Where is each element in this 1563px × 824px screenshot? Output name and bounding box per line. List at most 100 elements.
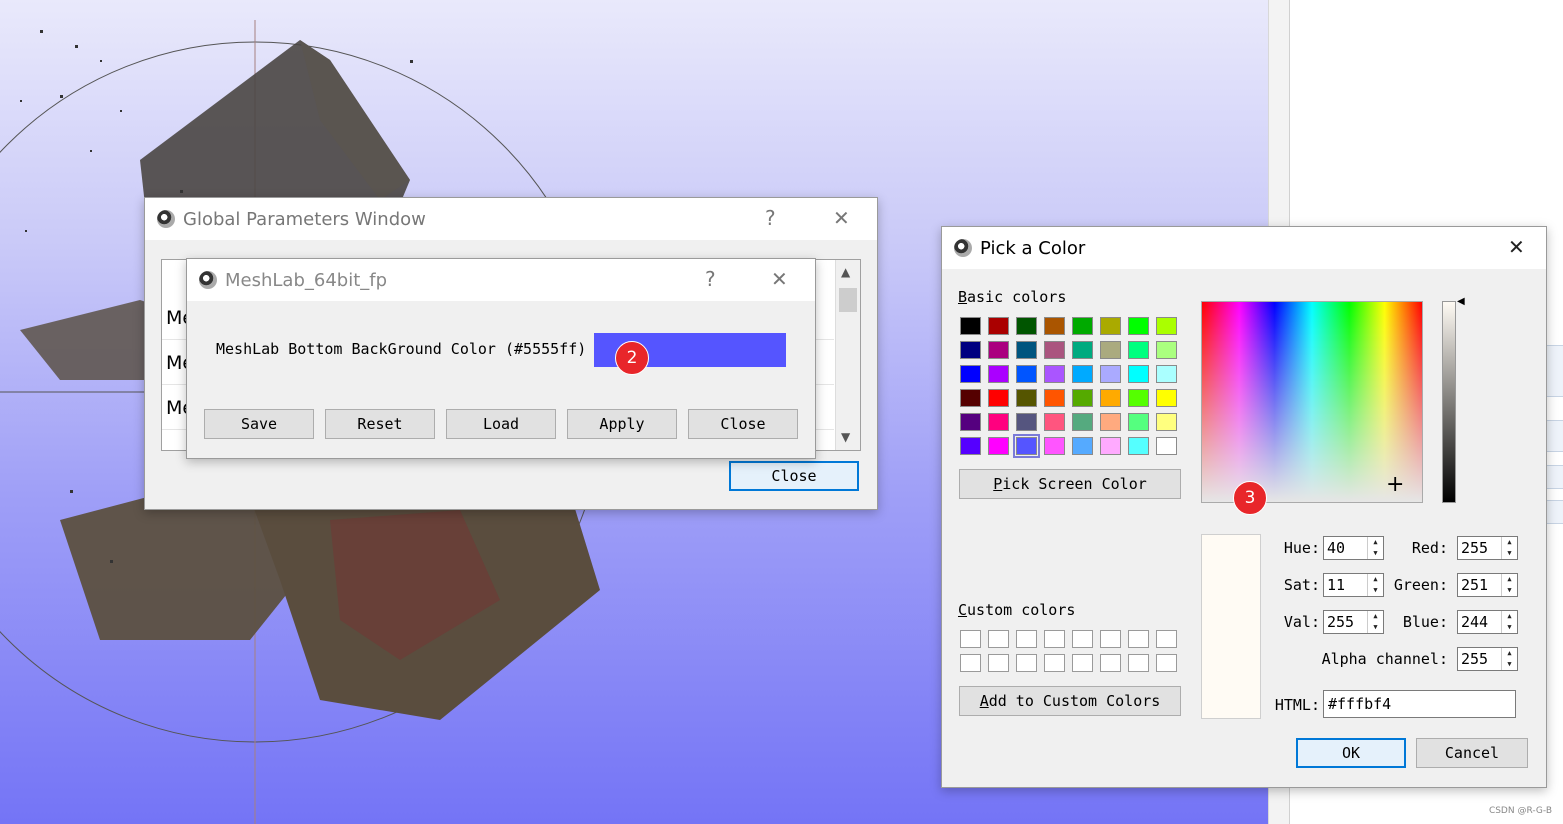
- title-bar[interactable]: Pick a Color ✕: [942, 227, 1546, 269]
- close-window-button[interactable]: ✕: [833, 206, 850, 230]
- custom-color-swatch[interactable]: [960, 630, 981, 648]
- custom-color-swatch[interactable]: [1100, 654, 1121, 672]
- basic-color-swatch[interactable]: [1128, 437, 1149, 455]
- basic-color-swatch[interactable]: [1016, 413, 1037, 431]
- custom-color-swatch[interactable]: [1128, 654, 1149, 672]
- basic-color-swatch[interactable]: [1016, 341, 1037, 359]
- custom-color-swatch[interactable]: [1128, 630, 1149, 648]
- basic-color-swatch[interactable]: [1072, 341, 1093, 359]
- basic-color-swatch[interactable]: [988, 413, 1009, 431]
- load-button[interactable]: Load: [446, 409, 556, 439]
- custom-color-swatch[interactable]: [1156, 630, 1177, 648]
- title-bar[interactable]: Global Parameters Window ? ✕: [145, 198, 877, 240]
- sat-spinbox[interactable]: 11 ▲ ▼: [1323, 573, 1384, 597]
- hue-spinbox[interactable]: 40 ▲ ▼: [1323, 536, 1384, 560]
- help-button[interactable]: ?: [705, 267, 716, 291]
- custom-color-swatch[interactable]: [1016, 630, 1037, 648]
- custom-color-swatch[interactable]: [1016, 654, 1037, 672]
- basic-color-swatch[interactable]: [988, 437, 1009, 455]
- close-window-button[interactable]: ✕: [1508, 235, 1525, 259]
- scroll-down-icon[interactable]: ▼: [841, 430, 850, 444]
- basic-color-swatch[interactable]: [1128, 413, 1149, 431]
- basic-color-swatch[interactable]: [1100, 365, 1121, 383]
- meshlab-param-dialog[interactable]: MeshLab_64bit_fp ? ✕ MeshLab Bottom Back…: [186, 258, 816, 459]
- basic-color-swatch[interactable]: [1128, 341, 1149, 359]
- green-spinbox[interactable]: 251 ▲ ▼: [1457, 573, 1518, 597]
- basic-color-swatch[interactable]: [988, 341, 1009, 359]
- basic-color-swatch[interactable]: [1072, 413, 1093, 431]
- basic-color-swatch[interactable]: [960, 365, 981, 383]
- basic-color-swatch[interactable]: [1128, 389, 1149, 407]
- basic-color-swatch[interactable]: [1072, 365, 1093, 383]
- custom-color-swatch[interactable]: [988, 654, 1009, 672]
- basic-color-swatch[interactable]: [1072, 317, 1093, 335]
- custom-color-swatch[interactable]: [960, 654, 981, 672]
- basic-color-swatch[interactable]: [1044, 317, 1065, 335]
- basic-color-swatch[interactable]: [988, 365, 1009, 383]
- basic-color-swatch[interactable]: [988, 317, 1009, 335]
- alpha-spinbox[interactable]: 255 ▲ ▼: [1457, 647, 1518, 671]
- custom-color-swatch[interactable]: [1100, 630, 1121, 648]
- apply-button[interactable]: Apply: [567, 409, 677, 439]
- basic-color-swatch[interactable]: [1044, 365, 1065, 383]
- html-color-input[interactable]: #fffbf4: [1323, 690, 1516, 718]
- basic-color-swatch[interactable]: [1013, 434, 1040, 458]
- save-button[interactable]: Save: [204, 409, 314, 439]
- blue-spinbox[interactable]: 244 ▲ ▼: [1457, 610, 1518, 634]
- basic-color-swatch[interactable]: [1100, 437, 1121, 455]
- reset-button[interactable]: Reset: [325, 409, 435, 439]
- scroll-up-icon[interactable]: ▲: [841, 265, 850, 279]
- slider-arrow-icon[interactable]: ◀: [1457, 296, 1465, 307]
- red-spinbox[interactable]: 255 ▲ ▼: [1457, 536, 1518, 560]
- basic-color-swatch[interactable]: [1156, 437, 1177, 455]
- basic-color-swatch[interactable]: [1156, 389, 1177, 407]
- basic-color-swatch[interactable]: [1044, 413, 1065, 431]
- custom-color-swatch[interactable]: [1072, 654, 1093, 672]
- custom-color-swatch[interactable]: [1156, 654, 1177, 672]
- value-slider[interactable]: [1442, 301, 1456, 503]
- basic-color-swatch[interactable]: [1072, 389, 1093, 407]
- pick-screen-color-button[interactable]: Pick Screen Color: [959, 469, 1181, 499]
- basic-color-swatch[interactable]: [1100, 389, 1121, 407]
- custom-color-swatch[interactable]: [1044, 654, 1065, 672]
- close-window-button[interactable]: ✕: [771, 267, 788, 291]
- basic-color-swatch[interactable]: [1044, 437, 1065, 455]
- basic-color-swatch[interactable]: [988, 389, 1009, 407]
- basic-color-swatch[interactable]: [1156, 413, 1177, 431]
- basic-color-swatch[interactable]: [1016, 365, 1037, 383]
- help-button[interactable]: ?: [765, 206, 776, 230]
- basic-color-swatch[interactable]: [1044, 341, 1065, 359]
- basic-color-swatch[interactable]: [1100, 317, 1121, 335]
- basic-color-swatch[interactable]: [960, 317, 981, 335]
- val-spinbox[interactable]: 255 ▲ ▼: [1323, 610, 1384, 634]
- basic-color-swatch[interactable]: [1016, 317, 1037, 335]
- dialog-title: MeshLab_64bit_fp: [225, 270, 388, 291]
- list-scrollbar[interactable]: ▲ ▼: [835, 260, 860, 450]
- basic-color-swatch[interactable]: [1100, 341, 1121, 359]
- ok-button[interactable]: OK: [1296, 738, 1406, 768]
- basic-color-swatch[interactable]: [1128, 365, 1149, 383]
- title-bar[interactable]: MeshLab_64bit_fp ? ✕: [187, 259, 815, 301]
- scrollbar-thumb[interactable]: [839, 288, 857, 312]
- basic-color-swatch[interactable]: [1100, 413, 1121, 431]
- basic-color-swatch[interactable]: [1128, 317, 1149, 335]
- custom-color-swatch[interactable]: [988, 630, 1009, 648]
- basic-color-swatch[interactable]: [1156, 341, 1177, 359]
- basic-color-swatch[interactable]: [1016, 389, 1037, 407]
- basic-color-swatch[interactable]: [960, 413, 981, 431]
- pick-color-dialog[interactable]: Pick a Color ✕ Basic colors Pick Screen …: [941, 226, 1547, 788]
- basic-color-swatch[interactable]: [960, 341, 981, 359]
- basic-color-swatch[interactable]: [1072, 437, 1093, 455]
- close-button[interactable]: Close: [729, 461, 859, 491]
- basic-color-swatch[interactable]: [960, 389, 981, 407]
- custom-color-swatch[interactable]: [1072, 630, 1093, 648]
- basic-color-swatch[interactable]: [1156, 317, 1177, 335]
- close-button[interactable]: Close: [688, 409, 798, 439]
- cancel-button[interactable]: Cancel: [1416, 738, 1528, 768]
- basic-color-swatch[interactable]: [960, 437, 981, 455]
- basic-color-swatch[interactable]: [1044, 389, 1065, 407]
- custom-color-swatch[interactable]: [1044, 630, 1065, 648]
- add-to-custom-colors-button[interactable]: Add to Custom Colors: [959, 686, 1181, 716]
- basic-color-swatch[interactable]: [1156, 365, 1177, 383]
- hue-saturation-spectrum[interactable]: +: [1201, 301, 1423, 503]
